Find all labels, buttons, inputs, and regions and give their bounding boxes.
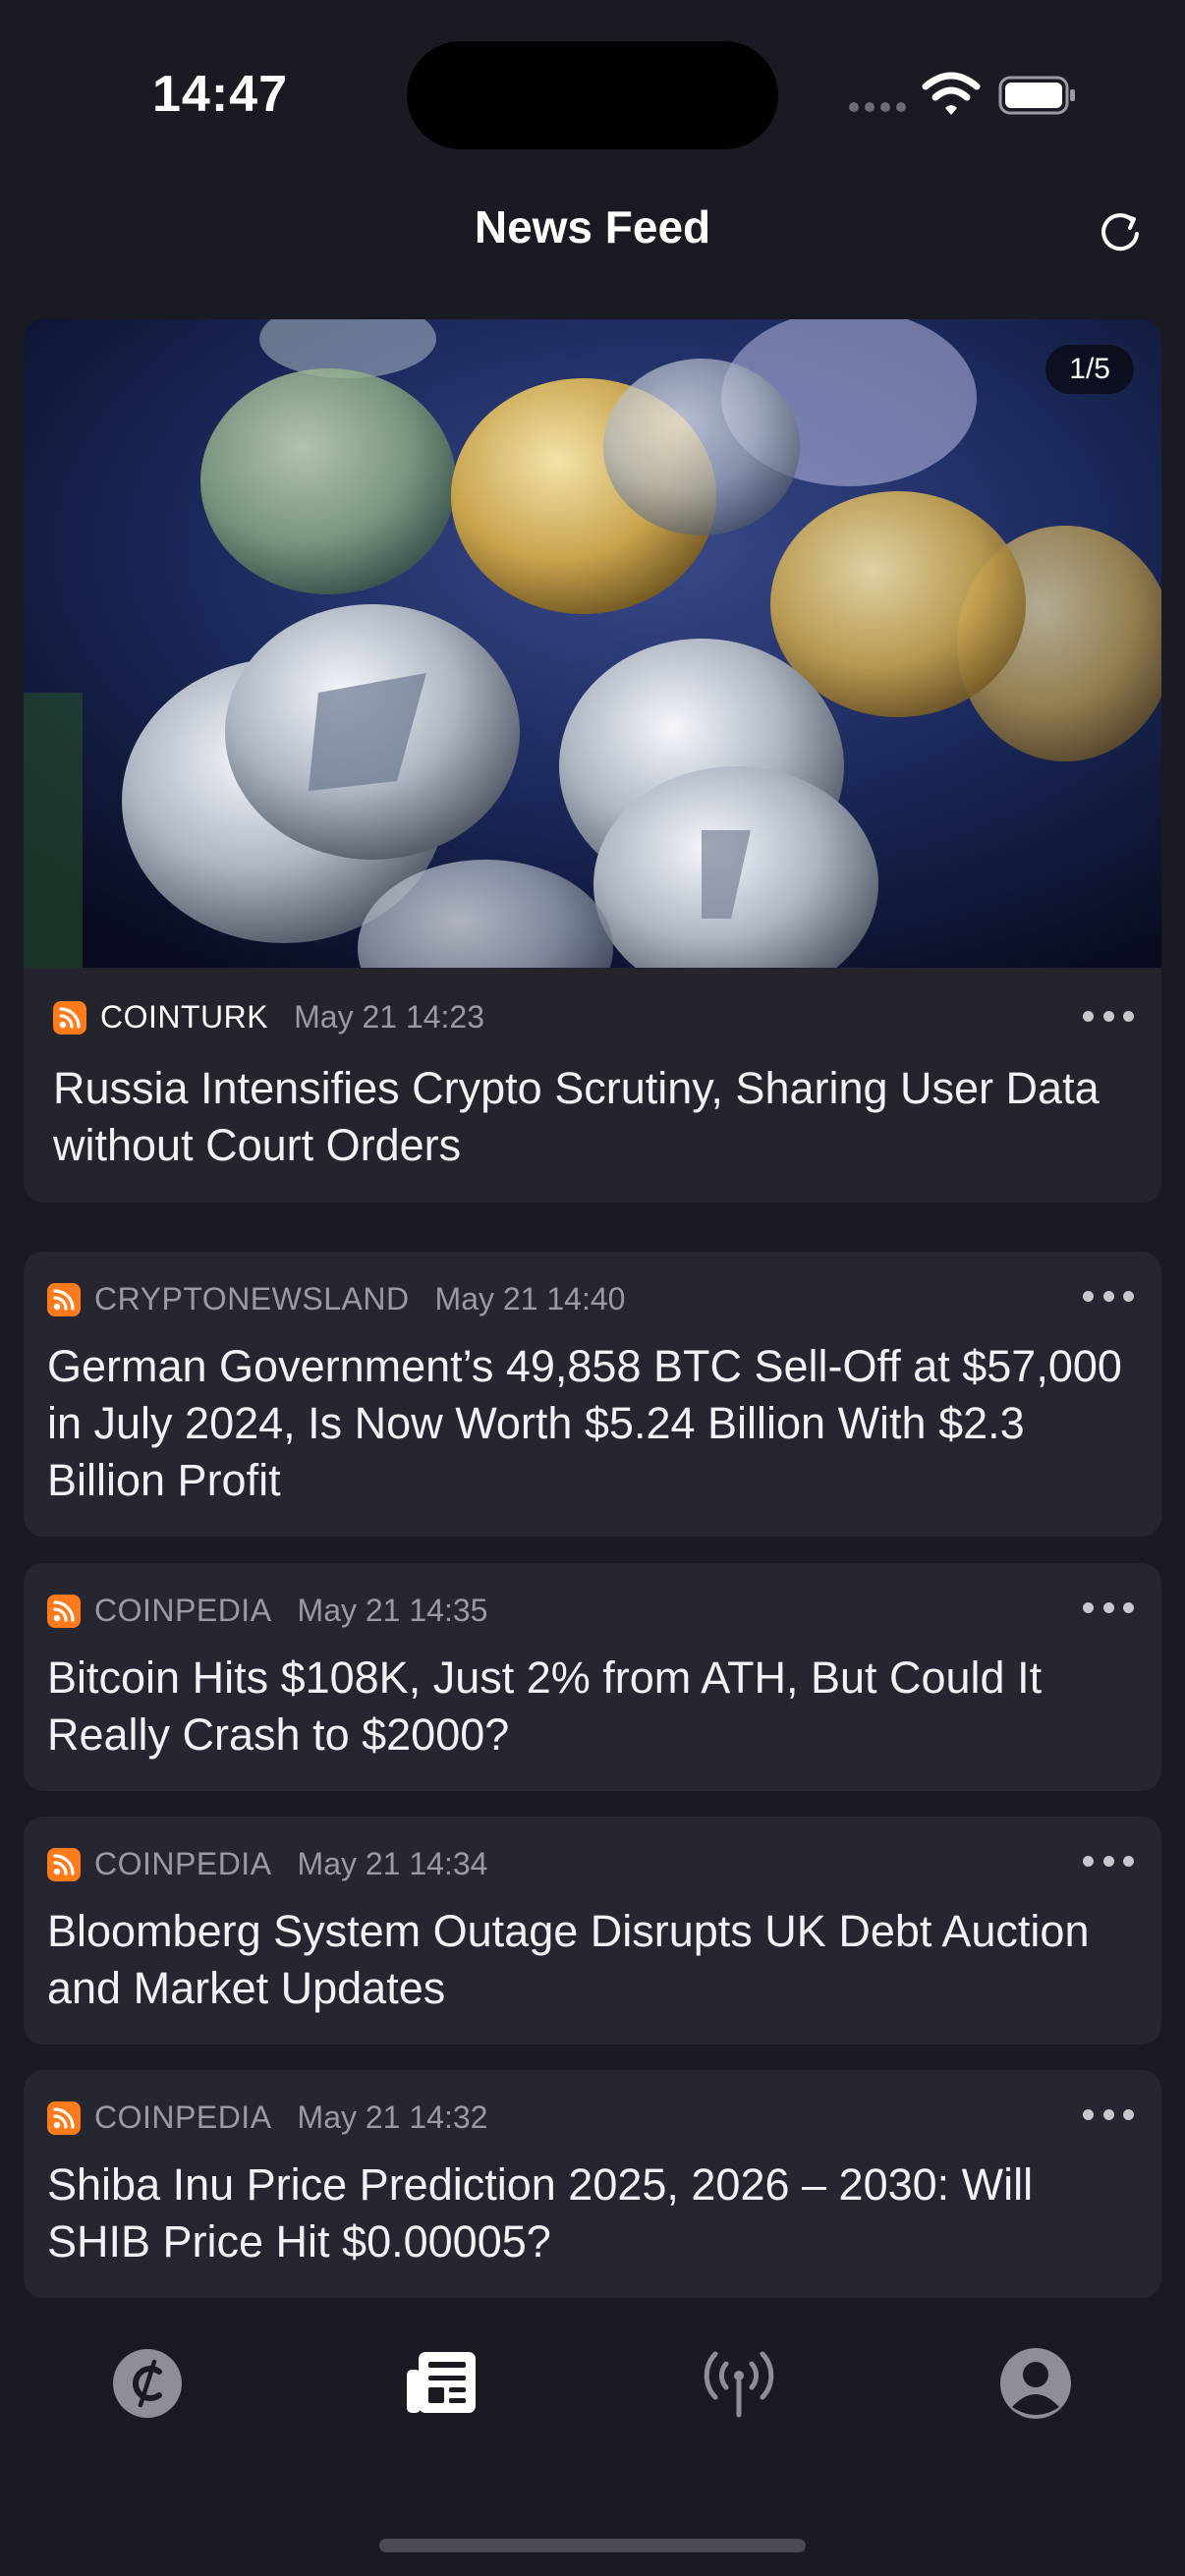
article-headline: German Government’s 49,858 BTC Sell-Off … [47,1341,1122,1505]
article-headline: Russia Intensifies Crypto Scrutiny, Shar… [53,1063,1100,1170]
tab-live[interactable] [700,2344,778,2423]
tab-coins[interactable] [108,2344,187,2423]
article-date: May 21 14:34 [297,1846,488,1881]
article-source: CRYPTONEWSLAND [94,1281,410,1316]
more-options-icon[interactable] [1083,2109,1134,2121]
page-title: News Feed [474,201,711,252]
home-indicator [379,2539,806,2552]
article-card[interactable]: COINPEDIA May 21 14:32 Shiba Inu Price P… [24,2070,1161,2298]
profile-icon [1000,2348,1071,2419]
featured-article-card[interactable]: 1/5 COINTURK May 21 14:23 Russia Intensi… [24,319,1161,1203]
article-date: May 21 14:35 [297,1593,488,1628]
rss-icon [47,1594,81,1628]
article-card[interactable]: COINPEDIA May 21 14:35 Bitcoin Hits $108… [24,1563,1161,1791]
dynamic-island [407,41,778,149]
broadcast-icon [704,2351,774,2418]
article-source: COINPEDIA [94,2100,272,2135]
rss-icon [47,1847,81,1881]
battery-icon [998,76,1075,115]
article-card[interactable]: COINPEDIA May 21 14:34 Bloomberg System … [24,1817,1161,2044]
more-options-icon[interactable] [1083,1856,1134,1868]
more-options-icon[interactable] [1083,1602,1134,1614]
article-date: May 21 14:23 [294,999,485,1035]
coin-icon [113,2349,182,2418]
featured-article-image [24,319,1161,968]
tab-profile[interactable] [996,2344,1075,2423]
rss-icon [47,2100,81,2135]
article-date: May 21 14:32 [297,2100,488,2135]
cellular-signal-icon [849,102,906,112]
rss-icon [53,1000,86,1035]
featured-article-info: COINTURK May 21 14:23 Russia Intensifies… [24,968,1161,1203]
article-card[interactable]: CRYPTONEWSLAND May 21 14:40 German Gover… [24,1252,1161,1537]
more-options-icon[interactable] [1083,1011,1134,1023]
article-headline: Bloomberg System Outage Disrupts UK Debt… [47,1906,1090,2013]
more-options-icon[interactable] [1083,1291,1134,1303]
status-time: 14:47 [152,66,288,123]
article-headline: Bitcoin Hits $108K, Just 2% from ATH, Bu… [47,1652,1043,1760]
article-source: COINPEDIA [94,1593,272,1628]
article-date: May 21 14:40 [434,1281,626,1316]
newspaper-icon [407,2352,476,2413]
tab-news[interactable] [403,2344,481,2423]
refresh-icon[interactable] [1093,204,1148,259]
wifi-icon [922,72,981,115]
carousel-counter: 1/5 [1045,345,1134,394]
article-source: COINTURK [100,999,269,1035]
article-source: COINPEDIA [94,1846,272,1881]
article-headline: Shiba Inu Price Prediction 2025, 2026 – … [47,2159,1034,2267]
rss-icon [47,1282,81,1316]
